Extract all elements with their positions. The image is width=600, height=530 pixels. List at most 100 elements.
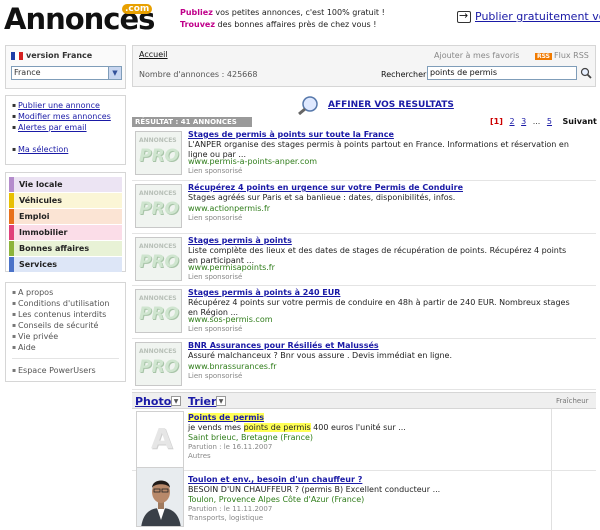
listing-description: je vends mes points de permis 400 euros … [188, 423, 406, 432]
arrow-right-icon [457, 9, 471, 23]
france-flag-icon [11, 51, 23, 60]
category-label: Véhicules [19, 196, 62, 205]
sponsored-url[interactable]: www.permisapoints.fr [188, 263, 275, 272]
sponsored-title-link[interactable]: BNR Assurances pour Résiliés et Malussés [188, 341, 379, 350]
listing-column-header: Photo ▼ Trier ▼ Fraîcheur [132, 392, 596, 409]
sort-column-link[interactable]: Trier [188, 395, 216, 408]
page-ellipsis: ... [532, 117, 541, 126]
annonces-pro-badge: ANNONCES PRO [135, 342, 182, 386]
logo-suffix: .com [122, 4, 153, 14]
sponsored-ad[interactable]: ANNONCES PRO Récupérez 4 points en urgence… [132, 182, 596, 234]
page-link[interactable]: 2 [509, 117, 514, 126]
listing-placeholder-thumbnail[interactable]: A [136, 411, 184, 469]
annonces-pro-badge: ANNONCES PRO [135, 289, 182, 333]
photo-filter-dropdown[interactable]: ▼ [171, 396, 181, 406]
listing-category: Transports, logistique [188, 514, 264, 522]
version-label: version France [26, 51, 93, 60]
about-link[interactable]: A propos [12, 287, 119, 298]
listing-title[interactable]: Toulon et env., besoin d'un chauffeur ? [188, 475, 362, 484]
help-link[interactable]: Aide [12, 342, 119, 353]
sponsored-url[interactable]: www.permis-a-points-anper.com [188, 157, 317, 166]
sponsored-ad[interactable]: ANNONCES PRO Stages permis à points à 240 … [132, 287, 596, 339]
annonces-pro-badge: ANNONCES PRO [135, 184, 182, 228]
sponsored-url[interactable]: www.bnrassurances.fr [188, 362, 277, 371]
publish-ad-link[interactable]: Publier une annonce [12, 100, 119, 111]
sponsored-url[interactable]: www.actionpermis.fr [188, 204, 270, 213]
powerusers-link[interactable]: Espace PowerUsers [12, 365, 119, 376]
terms-link[interactable]: Conditions d'utilisation [12, 298, 119, 309]
publish-free-label: Publier gratuitement vo [475, 10, 600, 23]
pro-badge-main: PRO [139, 252, 180, 272]
sort-dropdown[interactable]: ▼ [216, 396, 226, 406]
page-link[interactable]: 3 [521, 117, 526, 126]
pro-badge-top: ANNONCES [139, 348, 177, 355]
rss-link[interactable]: RSS Flux RSS [535, 51, 589, 60]
pro-badge-top: ANNONCES [139, 243, 177, 250]
category-emploi[interactable]: Emploi [9, 209, 122, 224]
category-label: Bonnes affaires [19, 244, 90, 253]
category-label: Vie locale [19, 180, 63, 189]
sponsored-url[interactable]: www.sos-permis.com [188, 315, 273, 324]
edit-ads-link[interactable]: Modifier mes annonces [12, 111, 119, 122]
category-immobilier[interactable]: Immobilier [9, 225, 122, 240]
email-alerts-link[interactable]: Alertes par email [12, 122, 119, 133]
account-actions: Publier une annonce Modifier mes annonce… [5, 95, 126, 165]
privacy-link[interactable]: Vie privée [12, 331, 119, 342]
refine-results-label: AFFINER VOS RESULTATS [328, 100, 454, 110]
pro-badge-top: ANNONCES [139, 137, 177, 144]
listing-location: Saint brieuc, Bretagne (France) [188, 433, 314, 442]
magnifier-icon [298, 96, 318, 115]
home-link[interactable]: Accueil [139, 50, 168, 59]
listing-category: Autres [188, 452, 211, 460]
listing-item[interactable]: A Points de permis je vends mes points d… [132, 411, 596, 471]
pro-badge-main: PRO [139, 199, 180, 219]
country-selector-box: version France France ▼ [5, 45, 126, 89]
category-vie-locale[interactable]: Vie locale [9, 177, 122, 192]
sponsored-note: Lien sponsorisé [188, 273, 243, 281]
sponsored-title-link[interactable]: Stages permis à points à 240 EUR [188, 288, 340, 297]
sponsored-ad[interactable]: ANNONCES PRO Stages permis à points Liste c… [132, 235, 596, 286]
page-link[interactable]: 5 [547, 117, 552, 126]
photo-column-link[interactable]: Photo [135, 395, 171, 408]
search-bar-panel: Accueil Ajouter à mes favoris RSS Flux RS… [132, 45, 596, 87]
category-label: Immobilier [19, 228, 68, 237]
country-select-value: France [14, 68, 41, 77]
chevron-down-icon[interactable]: ▼ [108, 67, 121, 79]
forbidden-content-link[interactable]: Les contenus interdits [12, 309, 119, 320]
next-page-link[interactable]: Suivant [563, 117, 597, 126]
safety-tips-link[interactable]: Conseils de sécurité [12, 320, 119, 331]
category-bonnes-affaires[interactable]: Bonnes affaires [9, 241, 122, 256]
sponsored-ad[interactable]: ANNONCES PRO Stages de permis à points sur… [132, 129, 596, 181]
listing-item[interactable]: Toulon et env., besoin d'un chauffeur ? … [132, 467, 596, 530]
site-logo[interactable]: Annonces .com [4, 2, 164, 36]
publish-free-link[interactable]: Publier gratuitement vo [457, 9, 600, 23]
letter-a-icon: A [151, 422, 173, 455]
sponsored-note: Lien sponsorisé [188, 325, 243, 333]
category-services[interactable]: Services [9, 257, 122, 272]
listing-date: Parution : le 16.11.2007 [188, 443, 273, 451]
sponsored-title-link[interactable]: Stages de permis à points sur toute la F… [188, 130, 394, 139]
sponsored-title-link[interactable]: Récupérez 4 points en urgence sur votre … [188, 183, 463, 192]
add-favorite-link[interactable]: Ajouter à mes favoris [434, 51, 519, 60]
search-input[interactable]: points de permis [427, 66, 577, 80]
sponsored-note: Lien sponsorisé [188, 167, 243, 175]
sponsored-note: Lien sponsorisé [188, 214, 243, 222]
pro-badge-top: ANNONCES [139, 295, 177, 302]
annonces-pro-badge: ANNONCES PRO [135, 131, 182, 175]
freshness-column-label: Fraîcheur [556, 397, 589, 405]
listing-date: Parution : le 11.11.2007 [188, 505, 273, 513]
sponsored-ad[interactable]: ANNONCES PRO BNR Assurances pour Résiliés … [132, 340, 596, 390]
listing-description: BESOIN D'UN CHAUFFEUR ? (permis B) Excel… [188, 485, 441, 494]
search-icon[interactable] [580, 67, 592, 79]
search-label: Rechercher [381, 70, 427, 79]
category-vehicules[interactable]: Véhicules [9, 193, 122, 208]
listing-title[interactable]: Points de permis [188, 413, 265, 422]
tagline-text-2: des bonnes affaires près de chez vous ! [215, 20, 377, 29]
sponsored-description: Stages agréés sur Paris et sa banlieue :… [188, 193, 456, 202]
listing-photo[interactable] [136, 467, 184, 527]
ad-count: Nombre d'annonces : 425668 [139, 70, 258, 79]
country-select[interactable]: France ▼ [11, 66, 122, 80]
sponsored-title-link[interactable]: Stages permis à points [188, 236, 292, 245]
my-selection-link[interactable]: Ma sélection [12, 144, 119, 155]
pro-badge-main: PRO [139, 304, 180, 324]
